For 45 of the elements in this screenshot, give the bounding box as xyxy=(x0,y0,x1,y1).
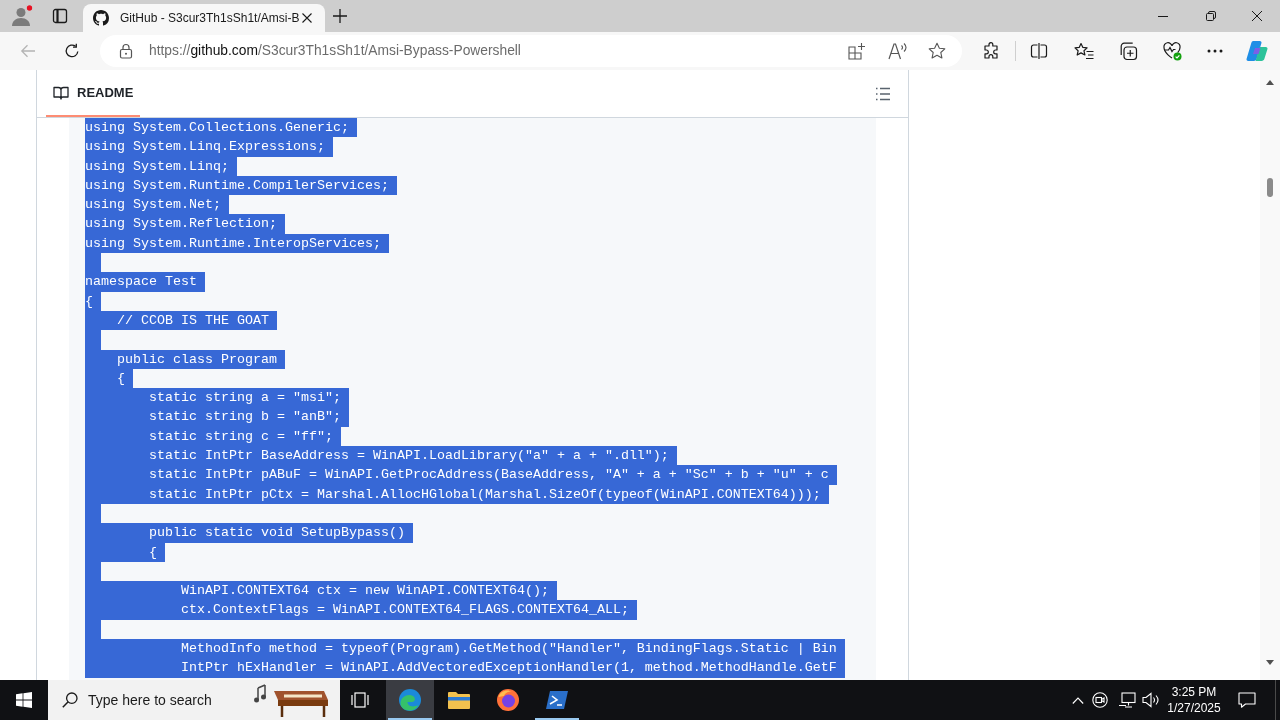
vertical-tabs-icon[interactable] xyxy=(52,8,68,24)
search-field[interactable]: Type here to search xyxy=(48,680,340,720)
list-outline-icon[interactable] xyxy=(875,86,891,101)
notification-bubble-icon[interactable] xyxy=(1238,692,1256,708)
task-view-icon[interactable] xyxy=(351,692,369,708)
lock-icon[interactable] xyxy=(119,43,133,59)
colorful-logo-icon[interactable] xyxy=(1245,39,1269,63)
new-tab-plus-icon[interactable] xyxy=(332,8,348,24)
taskbar-app-button[interactable] xyxy=(386,680,434,720)
profile-avatar-icon[interactable] xyxy=(10,4,34,28)
collections-icon[interactable] xyxy=(1118,41,1138,61)
speaker-volume-icon[interactable] xyxy=(1142,692,1160,708)
app-grid-plus-icon[interactable] xyxy=(848,42,866,60)
search-icon xyxy=(62,692,78,708)
piano-icon xyxy=(254,682,330,718)
chevron-up-icon[interactable] xyxy=(1072,696,1084,704)
video-meeting-icon[interactable] xyxy=(1092,692,1108,708)
terminal-icon[interactable] xyxy=(545,690,569,710)
puzzle-piece-icon[interactable] xyxy=(982,42,1000,60)
open-book-icon xyxy=(53,84,69,101)
cat-logo-icon xyxy=(93,10,109,26)
read-aloud-icon[interactable] xyxy=(888,42,908,60)
clock-date[interactable]: 1/27/2025 xyxy=(1167,700,1221,716)
fox-logo-icon[interactable] xyxy=(496,688,520,712)
scrollbar-thumb[interactable] xyxy=(1267,178,1273,197)
swirl-logo-icon[interactable] xyxy=(398,688,422,712)
heart-pulse-check-icon[interactable] xyxy=(1162,41,1182,61)
folder-icon[interactable] xyxy=(447,690,471,710)
address-bar[interactable]: https://github.com/S3cur3Th1sSh1t/Amsi-Bypass-Powershell xyxy=(100,35,962,67)
clock-time[interactable]: 3:25 PM xyxy=(1171,684,1217,700)
close-window-icon[interactable] xyxy=(1252,11,1262,21)
favorite-star-icon[interactable] xyxy=(928,42,946,60)
scroll-down-arrow-icon[interactable] xyxy=(1266,660,1274,665)
close-icon[interactable] xyxy=(302,13,312,23)
favorites-list-icon[interactable] xyxy=(1074,42,1094,60)
split-screen-icon[interactable] xyxy=(1030,42,1048,60)
minimize-icon[interactable] xyxy=(1158,15,1168,17)
browser-tab[interactable]: GitHub - S3cur3Th1sSh1t/Amsi-B xyxy=(83,4,325,32)
network-monitor-icon[interactable] xyxy=(1118,692,1136,708)
restore-icon[interactable] xyxy=(1206,11,1216,21)
reload-icon[interactable] xyxy=(64,43,80,59)
url-text[interactable]: https://github.com/S3cur3Th1sSh1t/Amsi-Bypass-Powershell xyxy=(149,40,521,62)
more-dots-icon[interactable] xyxy=(1207,49,1223,53)
scroll-up-arrow-icon[interactable] xyxy=(1266,80,1274,85)
start-menu-icon[interactable] xyxy=(16,692,32,708)
